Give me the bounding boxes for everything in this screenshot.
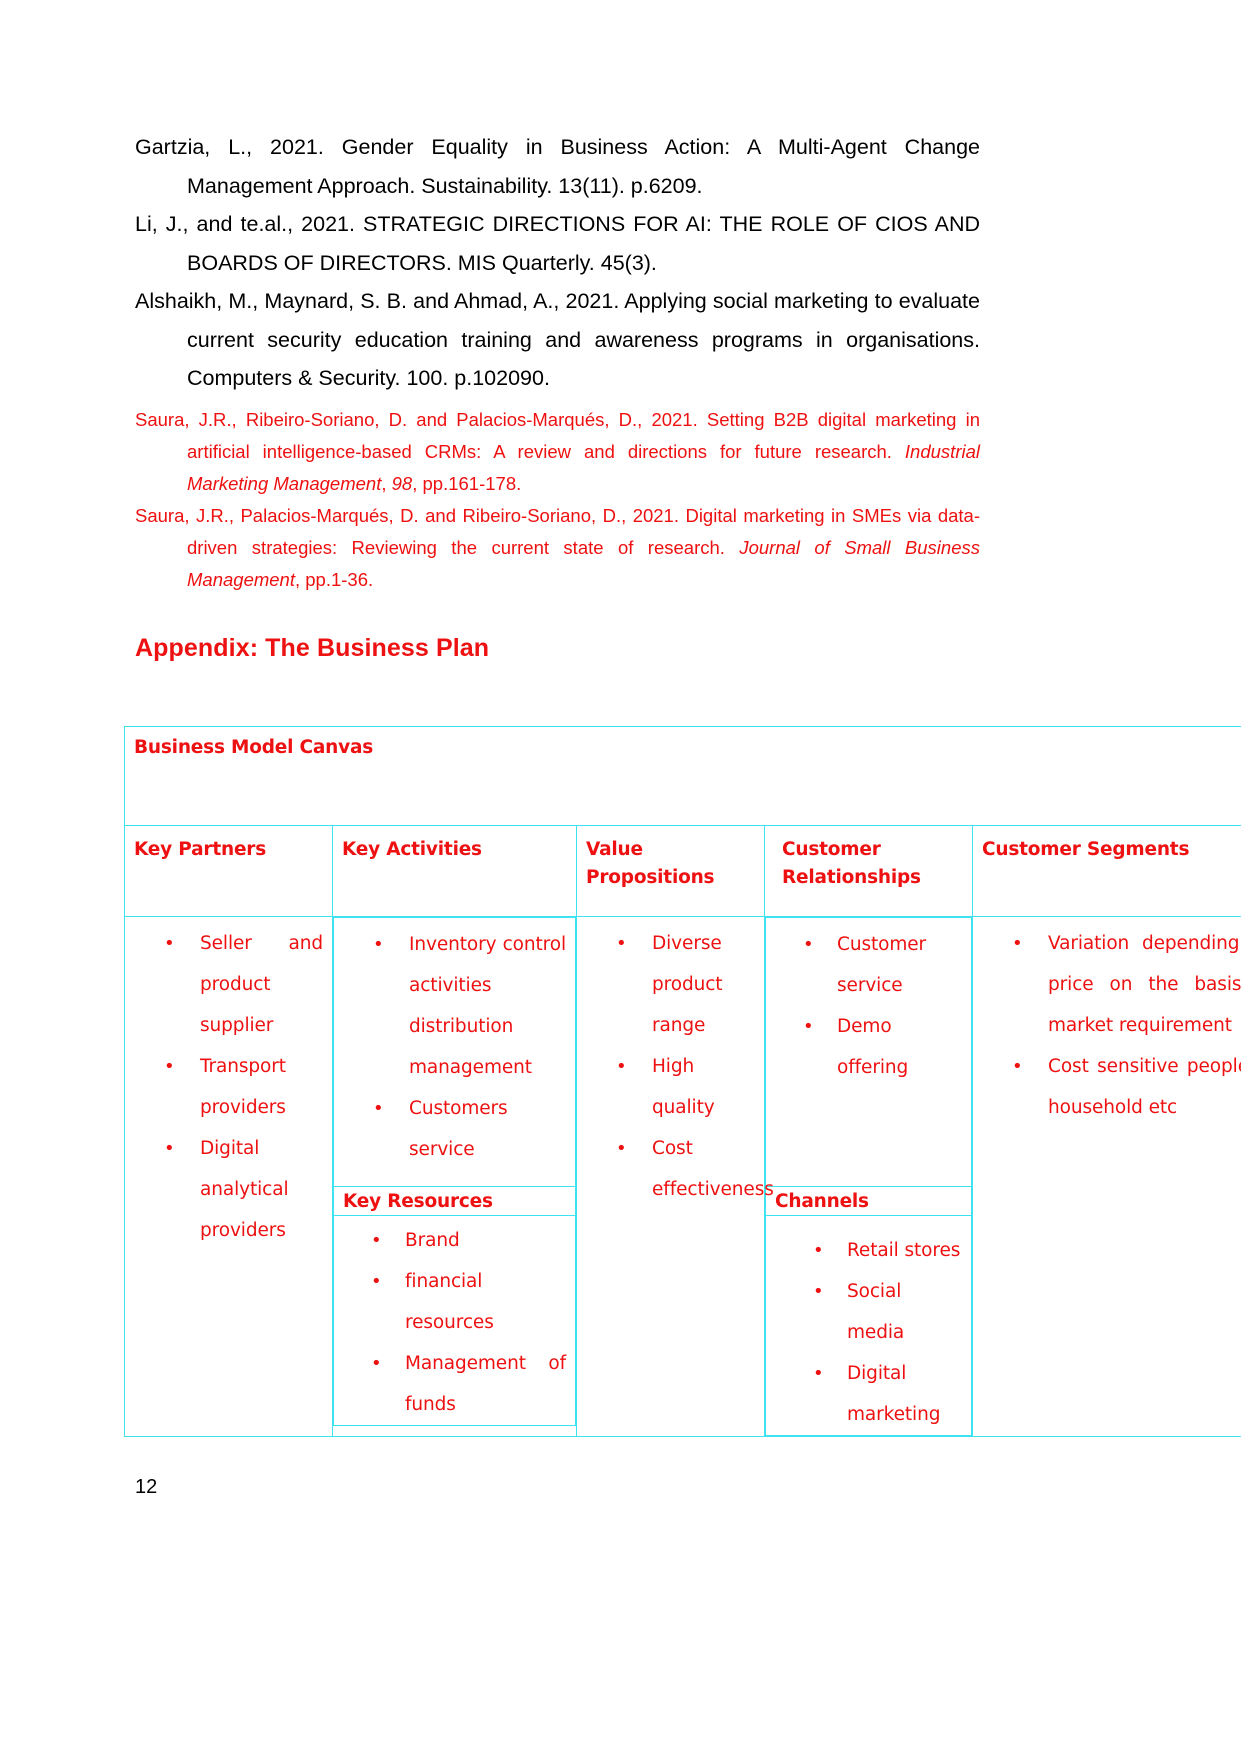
table-row-title: Business Model Canvas <box>123 726 1241 826</box>
cell-customer-segments: Variation depending on price on the basi… <box>971 916 1241 1437</box>
list-item: Management of funds <box>343 1343 566 1425</box>
column-header-key-partners: Key Partners <box>124 825 333 917</box>
column-header-customer-relationships: Customer Relationships <box>764 825 973 917</box>
column-header-label: Customer Relationships <box>782 839 921 888</box>
reference-item-red: Saura, J.R., Palacios-Marqués, D. and Ri… <box>135 500 980 596</box>
list-item: Diverse product range <box>586 923 755 1046</box>
customer-segments-list: Variation depending on price on the basi… <box>982 923 1241 1128</box>
list-item: Customer service <box>775 924 962 1006</box>
key-resources-header-cell: Key Resources <box>333 1186 576 1216</box>
list-item: Customers service <box>343 1088 566 1170</box>
page-number: 12 <box>135 1476 158 1498</box>
appendix-heading: Appendix: The Business Plan <box>135 634 490 662</box>
reference-pages: , pp.1-36. <box>294 568 374 590</box>
channels-body: Retail stores Social media Digital marke… <box>765 1215 972 1436</box>
reference-pages: , pp.161-178. <box>412 472 522 494</box>
column-header-label: Key Activities <box>342 839 482 860</box>
document-page: Gartzia, L., 2021. Gender Equality in Bu… <box>0 0 1241 1754</box>
canvas-title: Business Model Canvas <box>134 737 374 758</box>
list-item: Digital analytical providers <box>134 1128 323 1251</box>
list-item: Retail stores <box>785 1230 962 1271</box>
customer-relationships-list: Customer service Demo offering <box>775 924 962 1088</box>
references-list: Gartzia, L., 2021. Gender Equality in Bu… <box>135 128 980 596</box>
business-model-canvas: Business Model Canvas Key Partners Key A… <box>123 726 1241 1437</box>
list-item: Cost effectiveness <box>586 1128 774 1210</box>
key-activities-body: Inventory control activities distributio… <box>333 917 576 1187</box>
reference-item: Li, J., and te.al., 2021. STRATEGIC DIRE… <box>135 205 980 282</box>
nested-row-resources-header: Key Resources <box>333 1186 576 1216</box>
reference-text: Saura, J.R., Ribeiro-Soriano, D. and Pal… <box>135 408 980 462</box>
nested-row-resources: Brand financial resources Management of … <box>333 1215 576 1426</box>
nested-row-relationships: Customer service Demo offering <box>765 917 972 1187</box>
key-resources-header: Key Resources <box>343 1191 493 1212</box>
reference-sep: , <box>381 472 392 494</box>
channels-header-cell: Channels <box>765 1186 972 1216</box>
cell-customer-relationships: Customer service Demo offering Channels <box>764 916 973 1437</box>
customer-relationships-nested-table: Customer service Demo offering Channels <box>765 917 972 1436</box>
canvas-table: Business Model Canvas Key Partners Key A… <box>123 726 1241 1437</box>
list-item: High quality <box>586 1046 755 1128</box>
reference-text: Alshaikh, M., Maynard, S. B. and Ahmad, … <box>135 289 980 390</box>
column-header-label: Value Propositions <box>586 839 715 888</box>
key-activities-nested-table: Inventory control activities distributio… <box>333 917 576 1426</box>
list-item: Demo offering <box>775 1006 962 1088</box>
key-resources-list: Brand financial resources Management of … <box>343 1220 566 1425</box>
list-item: Brand <box>343 1220 566 1261</box>
cell-key-activities: Inventory control activities distributio… <box>332 916 577 1437</box>
list-item: Variation depending on price on the basi… <box>982 923 1241 1046</box>
list-item: Digital marketing <box>785 1353 962 1435</box>
reference-item-red: Saura, J.R., Ribeiro-Soriano, D. and Pal… <box>135 404 980 500</box>
list-item: Social media <box>785 1271 962 1353</box>
list-item: Cost sensitive people of household etc <box>982 1046 1241 1128</box>
reference-text: Gartzia, L., 2021. Gender Equality in Bu… <box>135 135 980 198</box>
cell-value-propositions: Diverse product range High quality Cost … <box>576 916 774 1437</box>
column-header-key-activities: Key Activities <box>332 825 577 917</box>
column-header-customer-segments: Customer Segments <box>971 825 1241 917</box>
table-row-body: Seller and product supplier Transport pr… <box>124 916 1241 1437</box>
nested-row-channels-header: Channels <box>765 1186 972 1216</box>
reference-volume: 98 <box>391 472 413 494</box>
list-item: Seller and product supplier <box>134 923 323 1046</box>
reference-item: Alshaikh, M., Maynard, S. B. and Ahmad, … <box>135 282 980 398</box>
customer-relationships-body: Customer service Demo offering <box>765 917 972 1187</box>
list-item: financial resources <box>343 1261 566 1343</box>
table-row-headers: Key Partners Key Activities Value Propos… <box>124 825 1241 917</box>
list-item: Transport providers <box>134 1046 323 1128</box>
column-header-label: Customer Segments <box>982 839 1190 860</box>
column-header-label: Key Partners <box>134 839 267 860</box>
value-propositions-list: Diverse product range High quality Cost … <box>586 923 774 1210</box>
nested-row-channels: Retail stores Social media Digital marke… <box>765 1215 972 1436</box>
channels-header: Channels <box>775 1191 869 1212</box>
canvas-title-cell: Business Model Canvas <box>123 726 1241 826</box>
key-partners-list: Seller and product supplier Transport pr… <box>134 923 323 1251</box>
reference-item: Gartzia, L., 2021. Gender Equality in Bu… <box>135 128 980 205</box>
cell-key-partners: Seller and product supplier Transport pr… <box>124 916 333 1437</box>
list-item: Inventory control activities distributio… <box>343 924 566 1088</box>
column-header-value-propositions: Value Propositions <box>576 825 765 917</box>
nested-row-activities: Inventory control activities distributio… <box>333 917 576 1187</box>
reference-text: Li, J., and te.al., 2021. STRATEGIC DIRE… <box>135 212 980 275</box>
channels-list: Retail stores Social media Digital marke… <box>775 1230 962 1435</box>
key-activities-list: Inventory control activities distributio… <box>343 924 566 1170</box>
key-resources-body: Brand financial resources Management of … <box>333 1215 576 1426</box>
